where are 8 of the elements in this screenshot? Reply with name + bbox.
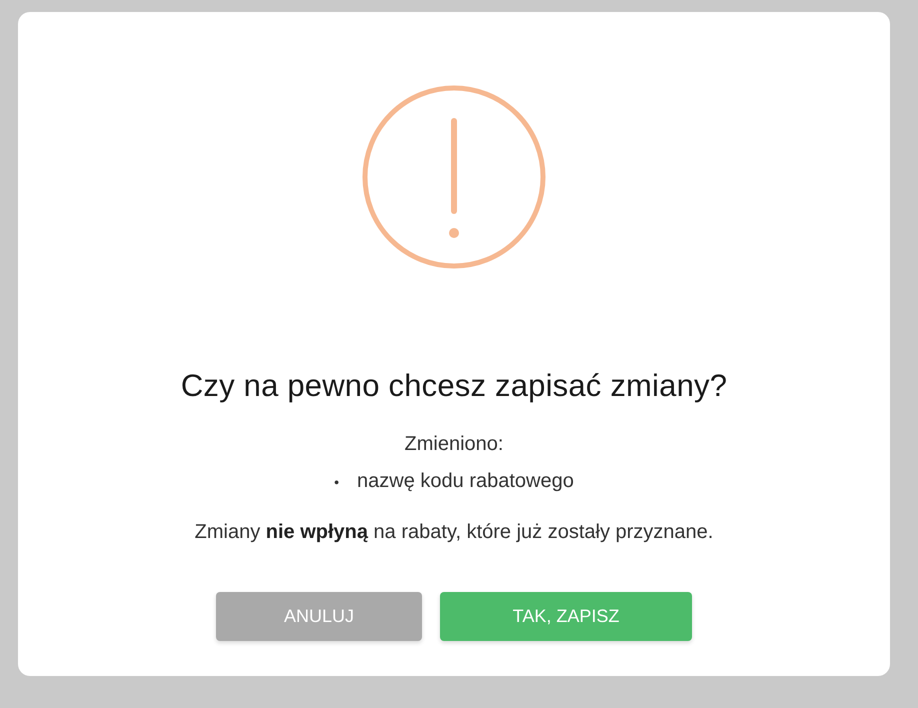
changes-label: Zmieniono: (404, 433, 504, 456)
bullet: • (334, 474, 340, 490)
save-button[interactable]: TAK, ZAPISZ (440, 592, 692, 641)
dialog-title: Czy na pewno chcesz zapisać zmiany? (180, 368, 728, 404)
cancel-button[interactable]: ANULUJ (216, 592, 422, 641)
change-item: nazwę kodu rabatowego (357, 470, 574, 493)
warning-icon (362, 85, 546, 269)
warning-note: Zmiany nie wpłyną na rabaty, które już zostały przyznane. (194, 521, 714, 544)
